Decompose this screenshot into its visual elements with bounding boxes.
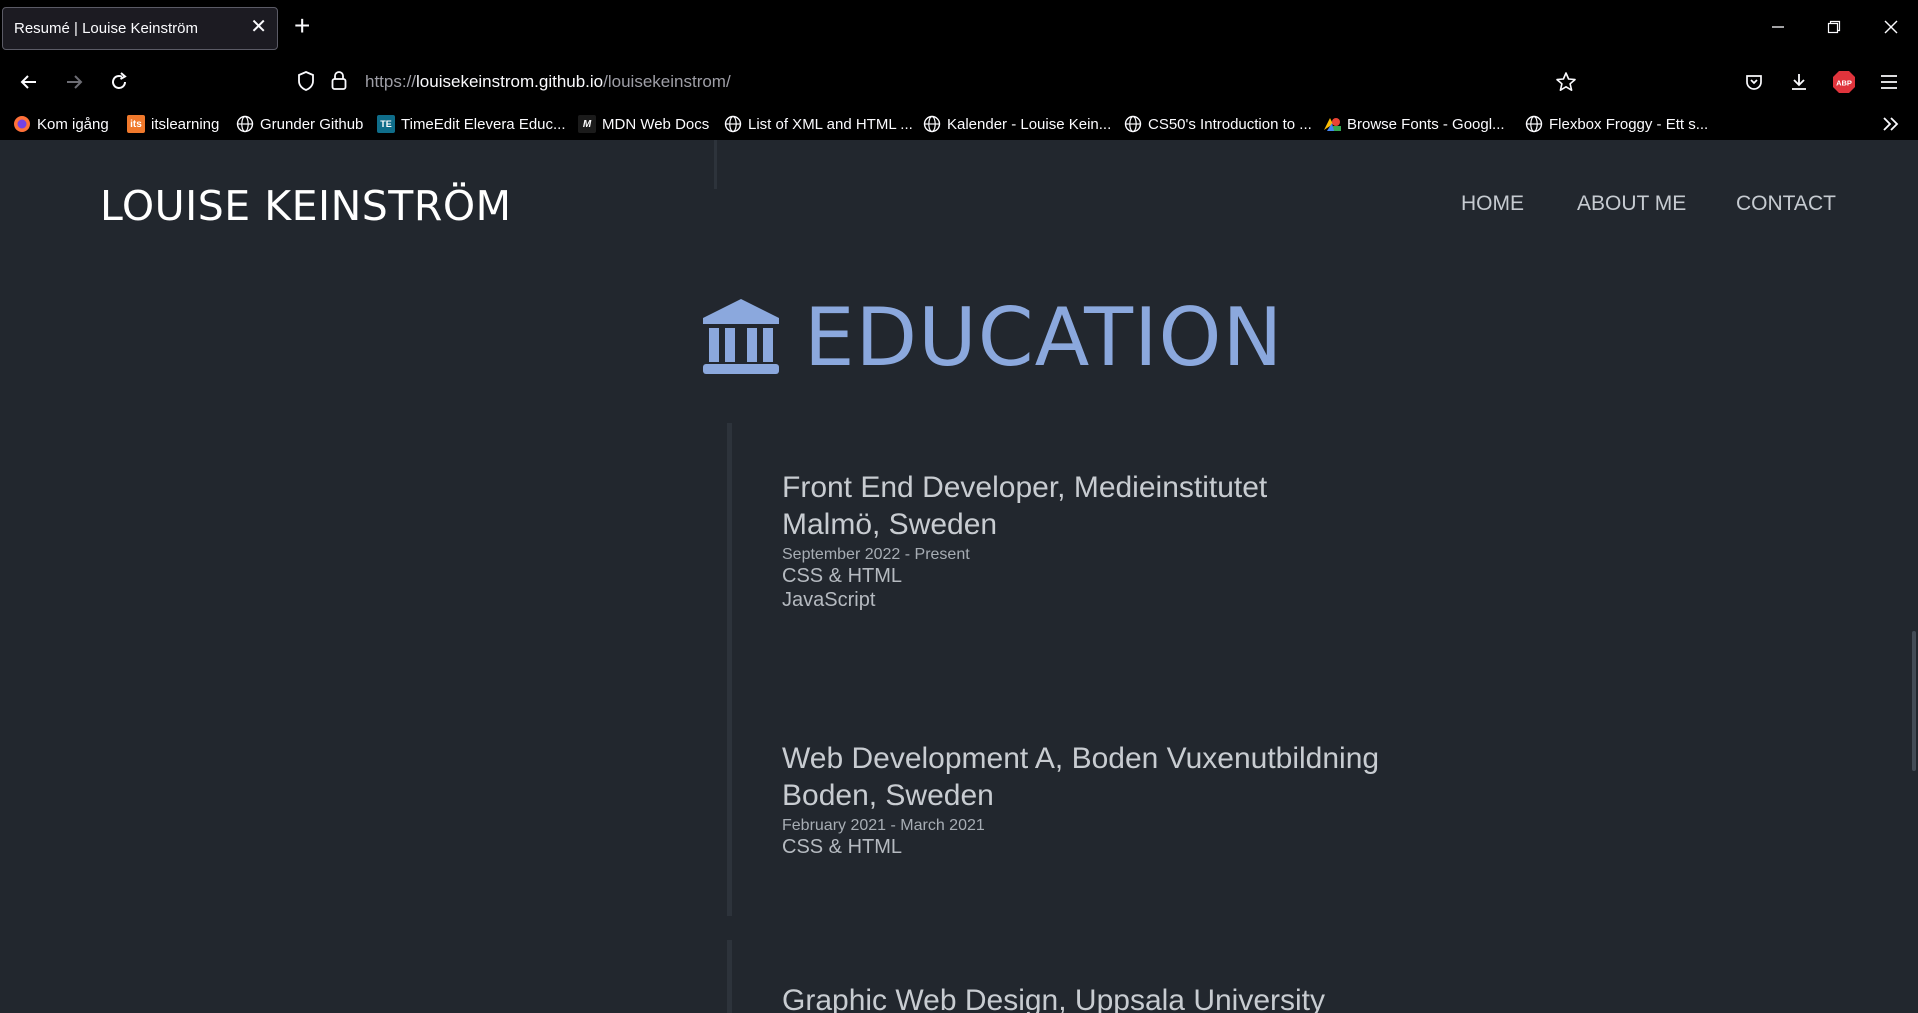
bookmarks-toolbar: Kom igång its itslearning Grunder Github…	[0, 108, 1918, 140]
bookmark-kalender[interactable]: Kalender - Louise Kein...	[923, 112, 1111, 136]
itslearning-icon: its	[127, 115, 145, 133]
entry-location: Boden, Sweden	[782, 779, 994, 812]
bookmark-label: Browse Fonts - Googl...	[1347, 115, 1505, 133]
minimize-icon[interactable]	[1763, 12, 1793, 42]
close-window-icon[interactable]	[1876, 12, 1906, 42]
timeline-segment	[727, 940, 732, 1013]
entry-date: February 2021 - March 2021	[782, 817, 985, 834]
timeline-segment	[714, 140, 717, 189]
url-prefix: https://	[365, 72, 417, 91]
entry-skill: CSS & HTML	[782, 565, 903, 587]
entry-title: Graphic Web Design, Uppsala University	[782, 984, 1326, 1013]
reload-icon[interactable]	[104, 67, 134, 97]
bookmark-google-fonts[interactable]: Browse Fonts - Googl...	[1323, 112, 1505, 136]
education-entry: Graphic Web Design, Uppsala University	[782, 982, 1325, 1013]
nav-about-me[interactable]: ABOUT ME	[1577, 192, 1686, 216]
entry-skill: CSS & HTML	[782, 836, 903, 858]
bookmark-label: Grunder Github	[260, 115, 364, 133]
bookmark-label: itslearning	[151, 115, 220, 133]
education-heading: EDUCATION	[700, 290, 1284, 384]
mdn-icon: M	[578, 115, 596, 133]
education-entry: Front End Developer, Medieinstitutet Mal…	[782, 469, 1267, 612]
university-icon	[703, 299, 779, 374]
forward-icon[interactable]	[59, 67, 89, 97]
timeedit-icon: TE	[377, 115, 395, 133]
bookmark-label: Kalender - Louise Kein...	[947, 115, 1112, 133]
page-scrollbar[interactable]	[1912, 631, 1916, 771]
url-path: /louisekeinstrom/	[603, 72, 731, 91]
education-entry: Web Development A, Boden Vuxenutbildning…	[782, 740, 1379, 859]
globe-icon	[236, 115, 254, 133]
active-tab[interactable]: Resumé | Louise Keinström ✕	[2, 7, 278, 50]
shield-icon[interactable]	[296, 70, 316, 97]
tab-bar: Resumé | Louise Keinström ✕ +	[0, 0, 1918, 54]
bookmark-label: CS50's Introduction to ...	[1148, 115, 1312, 133]
menu-icon[interactable]	[1874, 67, 1904, 97]
bookmark-label: TimeEdit Elevera Educ...	[401, 115, 566, 133]
downloads-icon[interactable]	[1784, 67, 1814, 97]
bookmark-label: List of XML and HTML ...	[748, 115, 913, 133]
navigation-toolbar: https://louisekeinstrom.github.io/louise…	[0, 54, 1918, 108]
bookmark-grunder-github[interactable]: Grunder Github	[236, 112, 363, 136]
bookmark-label: Flexbox Froggy - Ett s...	[1549, 115, 1709, 133]
education-title: EDUCATION	[804, 290, 1284, 384]
bookmark-kom-igang[interactable]: Kom igång	[13, 112, 109, 136]
globe-icon	[1124, 115, 1142, 133]
bookmark-itslearning[interactable]: its itslearning	[127, 112, 219, 136]
bookmark-star-icon[interactable]	[1551, 67, 1581, 97]
entry-location: Malmö, Sweden	[782, 508, 998, 541]
bookmark-timeedit[interactable]: TE TimeEdit Elevera Educ...	[377, 112, 566, 136]
globe-icon	[724, 115, 742, 133]
url-host: louisekeinstrom.github.io	[416, 72, 604, 91]
google-fonts-icon	[1323, 115, 1341, 133]
globe-icon	[1525, 115, 1543, 133]
bookmark-mdn[interactable]: M MDN Web Docs	[578, 112, 709, 136]
entry-skill: JavaScript	[782, 589, 876, 611]
restore-icon[interactable]	[1819, 12, 1849, 42]
entry-date: September 2022 - Present	[782, 546, 970, 563]
tab-title: Resumé | Louise Keinström	[14, 20, 198, 37]
back-icon[interactable]	[14, 67, 44, 97]
entry-title: Front End Developer, Medieinstitutet	[782, 471, 1268, 504]
bookmark-label: Kom igång	[37, 115, 109, 133]
site-title[interactable]: LOUISE KEINSTRÖM	[100, 182, 511, 230]
bookmark-label: MDN Web Docs	[602, 115, 710, 133]
page-content: LOUISE KEINSTRÖM HOME ABOUT ME CONTACT E…	[0, 140, 1918, 1013]
bookmark-xml-html[interactable]: List of XML and HTML ...	[724, 112, 913, 136]
timeline-segment	[727, 694, 732, 916]
nav-home[interactable]: HOME	[1461, 192, 1524, 216]
close-tab-icon[interactable]: ✕	[250, 17, 267, 37]
bookmark-cs50[interactable]: CS50's Introduction to ...	[1124, 112, 1312, 136]
globe-icon	[923, 115, 941, 133]
nav-contact[interactable]: CONTACT	[1736, 192, 1836, 216]
firefox-icon	[13, 115, 31, 133]
pocket-icon[interactable]	[1739, 67, 1769, 97]
bookmarks-overflow-icon[interactable]	[1882, 112, 1900, 136]
url-bar[interactable]: https://louisekeinstrom.github.io/louise…	[290, 61, 1590, 101]
new-tab-button[interactable]: +	[294, 12, 310, 40]
url-text[interactable]: https://louisekeinstrom.github.io/louise…	[365, 72, 731, 92]
bookmark-flexbox-froggy[interactable]: Flexbox Froggy - Ett s...	[1525, 112, 1708, 136]
lock-icon[interactable]	[330, 70, 348, 97]
adblock-plus-icon[interactable]: ABP	[1829, 67, 1859, 97]
entry-title: Web Development A, Boden Vuxenutbildning	[782, 742, 1380, 775]
abp-label: ABP	[1836, 79, 1852, 88]
